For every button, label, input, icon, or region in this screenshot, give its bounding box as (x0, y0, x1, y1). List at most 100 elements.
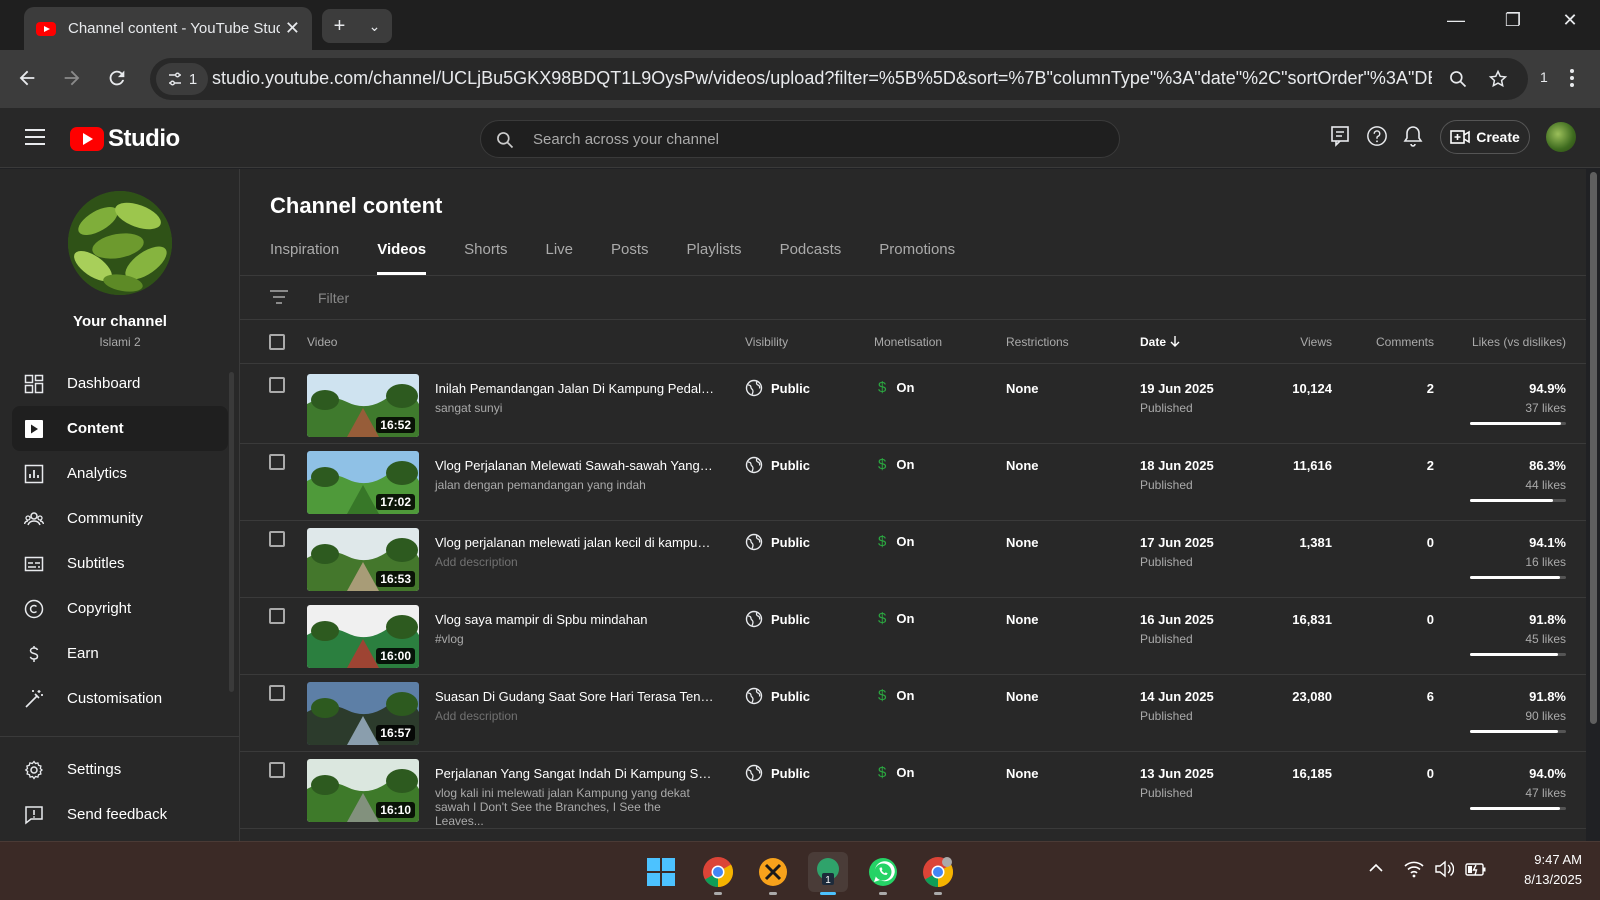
table-row[interactable]: 16:53 Vlog perjalanan melewati jalan keci… (240, 519, 1586, 598)
tray-overflow-chevron-icon[interactable] (1368, 860, 1384, 876)
monetisation-cell[interactable]: $ On (878, 764, 914, 781)
column-header-likes[interactable]: Likes (vs dislikes) (1472, 335, 1566, 349)
browser-menu-icon[interactable] (1568, 67, 1576, 89)
comments-count[interactable]: 0 (1427, 766, 1434, 781)
monetisation-cell[interactable]: $ On (878, 379, 914, 396)
visibility-cell[interactable]: Public (745, 764, 810, 782)
menu-icon[interactable] (25, 129, 45, 145)
row-checkbox[interactable] (269, 531, 285, 547)
video-title[interactable]: Perjalanan Yang Sangat Indah Di Kampung … (435, 766, 715, 781)
filter-icon[interactable] (270, 290, 288, 304)
row-checkbox[interactable] (269, 377, 285, 393)
address-bar[interactable]: 1 studio.youtube.com/channel/UCLjBu5GKX9… (150, 58, 1528, 100)
monetisation-cell[interactable]: $ On (878, 456, 914, 473)
tab-posts[interactable]: Posts (611, 239, 649, 275)
tab-live[interactable]: Live (546, 239, 574, 275)
sidebar-item-customisation[interactable]: Customisation (12, 676, 228, 721)
site-info-button[interactable]: 1 (156, 63, 208, 95)
sidebar-item-analytics[interactable]: Analytics (12, 451, 228, 496)
video-thumbnail[interactable]: 16:53 (307, 528, 419, 591)
system-clock[interactable]: 9:47 AM 8/13/2025 (1500, 850, 1582, 890)
browser-tab[interactable]: Channel content - YouTube Studio ✕ (24, 7, 312, 50)
table-row[interactable]: 16:10 Perjalanan Yang Sangat Indah Di Kam… (240, 750, 1586, 829)
tab-shorts[interactable]: Shorts (464, 239, 507, 275)
main-scrollbar[interactable] (1590, 172, 1597, 724)
sidebar-item-earn[interactable]: Earn (12, 631, 228, 676)
windows-start-icon[interactable] (641, 852, 681, 892)
extension-count[interactable]: 1 (1540, 69, 1548, 85)
whatsapp-taskbar-icon[interactable] (863, 852, 903, 895)
visibility-cell[interactable]: Public (745, 687, 810, 705)
comments-count[interactable]: 2 (1427, 381, 1434, 396)
app-x-taskbar-icon[interactable] (753, 852, 793, 895)
url-text[interactable]: studio.youtube.com/channel/UCLjBu5GKX98B… (212, 68, 1432, 89)
table-row[interactable]: 17:02 Vlog Perjalanan Melewati Sawah-sawa… (240, 442, 1586, 521)
table-row[interactable]: 16:52 Inilah Pemandangan Jalan Di Kampung… (240, 365, 1586, 444)
monetisation-cell[interactable]: $ On (878, 687, 914, 704)
sidebar-item-send-feedback[interactable]: Send feedback (12, 792, 228, 837)
video-thumbnail[interactable]: 16:57 (307, 682, 419, 745)
create-button[interactable]: Create (1440, 120, 1530, 154)
filter-input[interactable]: Filter (318, 290, 349, 306)
visibility-cell[interactable]: Public (745, 379, 810, 397)
video-title[interactable]: Inilah Pemandangan Jalan Di Kampung Peda… (435, 381, 715, 396)
sidebar-item-settings[interactable]: Settings (12, 747, 228, 792)
reload-icon[interactable] (106, 67, 128, 89)
monetisation-cell[interactable]: $ On (878, 610, 914, 627)
video-title[interactable]: Suasan Di Gudang Saat Sore Hari Terasa T… (435, 689, 715, 704)
chrome-profile-taskbar-icon[interactable] (918, 852, 958, 895)
comments-count[interactable]: 0 (1427, 612, 1434, 627)
video-thumbnail[interactable]: 16:10 (307, 759, 419, 822)
tab-videos[interactable]: Videos (377, 239, 426, 275)
new-tab-icon[interactable]: + (334, 15, 346, 38)
column-header-comments[interactable]: Comments (1376, 335, 1434, 349)
sidebar-item-copyright[interactable]: Copyright (12, 586, 228, 631)
battery-charging-icon[interactable] (1465, 860, 1487, 878)
visibility-cell[interactable]: Public (745, 610, 810, 628)
sidebar-item-dashboard[interactable]: Dashboard (12, 361, 228, 406)
video-title[interactable]: Vlog saya mampir di Spbu mindahan (435, 612, 715, 627)
video-title[interactable]: Vlog Perjalanan Melewati Sawah-sawah Yan… (435, 458, 715, 473)
column-header-date[interactable]: Date (1140, 335, 1180, 349)
captions-icon[interactable] (1330, 125, 1350, 147)
help-icon[interactable] (1366, 125, 1388, 147)
column-header-views[interactable]: Views (1300, 335, 1332, 349)
tab-podcasts[interactable]: Podcasts (780, 239, 842, 275)
account-avatar[interactable] (1546, 122, 1576, 152)
video-thumbnail[interactable]: 17:02 (307, 451, 419, 514)
tab-playlists[interactable]: Playlists (687, 239, 742, 275)
column-header-visibility[interactable]: Visibility (745, 335, 788, 349)
visibility-cell[interactable]: Public (745, 533, 810, 551)
comments-count[interactable]: 2 (1427, 458, 1434, 473)
table-row[interactable]: 16:00 Vlog saya mampir di Spbu mindahan #v… (240, 596, 1586, 675)
row-checkbox[interactable] (269, 454, 285, 470)
volume-icon[interactable] (1434, 860, 1454, 878)
sidebar-item-content[interactable]: Content (12, 406, 228, 451)
sidebar-scrollbar[interactable] (229, 372, 234, 692)
tab-promotions[interactable]: Promotions (879, 239, 955, 275)
minimize-icon[interactable]: — (1441, 10, 1471, 31)
search-input[interactable] (533, 121, 1093, 157)
row-checkbox[interactable] (269, 608, 285, 624)
select-all-checkbox[interactable] (269, 334, 285, 350)
video-description[interactable]: Add description (435, 709, 705, 723)
row-checkbox[interactable] (269, 762, 285, 778)
window-close-icon[interactable]: ✕ (1555, 10, 1585, 31)
studio-logo[interactable]: Studio (70, 125, 180, 153)
comments-count[interactable]: 6 (1427, 689, 1434, 704)
notifications-bell-icon[interactable] (1403, 125, 1423, 147)
tab-inspiration[interactable]: Inspiration (270, 239, 339, 275)
search-bar[interactable] (480, 120, 1120, 158)
tab-search-chevron-icon[interactable]: ⌄ (369, 18, 381, 35)
chrome-taskbar-icon[interactable] (698, 852, 738, 895)
visibility-cell[interactable]: Public (745, 456, 810, 474)
bookmark-star-icon[interactable] (1488, 69, 1508, 89)
channel-avatar[interactable] (68, 191, 172, 295)
zoom-icon[interactable] (1448, 69, 1468, 89)
restore-icon[interactable]: ❐ (1498, 10, 1528, 31)
column-header-monetisation[interactable]: Monetisation (874, 335, 942, 349)
sidebar-item-community[interactable]: Community (12, 496, 228, 541)
tab-close-icon[interactable]: ✕ (285, 18, 300, 39)
filter-bar[interactable]: Filter (240, 276, 1586, 320)
back-icon[interactable] (16, 67, 38, 89)
